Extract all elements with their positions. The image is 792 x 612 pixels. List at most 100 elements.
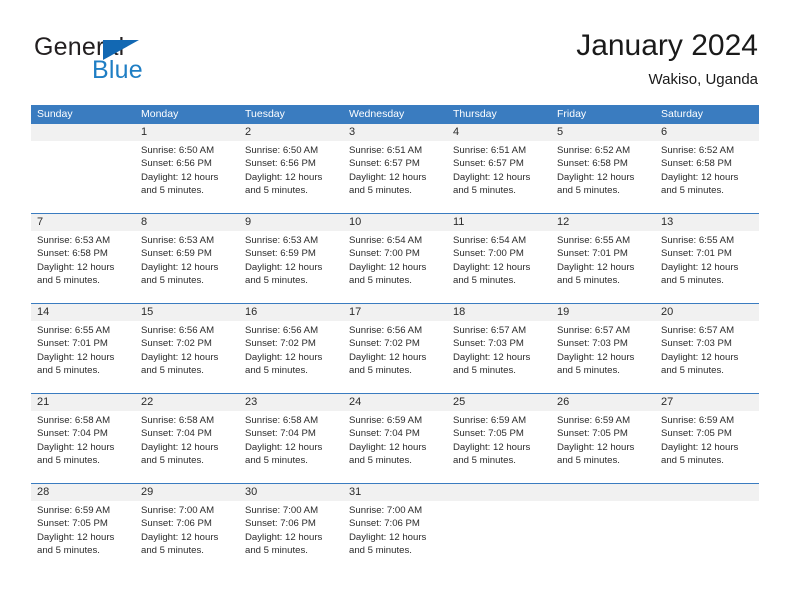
day-number[interactable]: 30 <box>239 484 343 501</box>
day-cell[interactable]: Sunrise: 6:58 AM Sunset: 7:04 PM Daylight:… <box>135 411 239 483</box>
day-cell[interactable]: Sunrise: 6:56 AM Sunset: 7:02 PM Daylight:… <box>343 321 447 393</box>
day-cell[interactable]: Sunrise: 6:53 AM Sunset: 6:58 PM Daylight:… <box>31 231 135 303</box>
day-number[interactable]: 10 <box>343 214 447 231</box>
day-detail-line: and 5 minutes. <box>245 275 308 287</box>
day-cell[interactable]: Sunrise: 7:00 AM Sunset: 7:06 PM Daylight:… <box>239 501 343 573</box>
day-number[interactable]: 6 <box>655 124 759 141</box>
day-number[interactable]: 29 <box>135 484 239 501</box>
day-detail-line: Sunset: 7:05 PM <box>453 428 524 440</box>
page-subtitle: Wakiso, Uganda <box>648 71 759 88</box>
day-number-band: 7 8 9 10 11 12 13 <box>31 214 759 231</box>
day-cell[interactable]: Sunrise: 6:58 AM Sunset: 7:04 PM Daylight:… <box>31 411 135 483</box>
day-detail-line: and 5 minutes. <box>661 455 724 467</box>
day-number[interactable]: 11 <box>447 214 551 231</box>
day-detail-line: Sunrise: 6:51 AM <box>453 145 527 156</box>
day-number[interactable]: 17 <box>343 304 447 321</box>
day-number[interactable]: 31 <box>343 484 447 501</box>
day-cell[interactable]: Sunrise: 6:53 AM Sunset: 6:59 PM Daylight:… <box>135 231 239 303</box>
day-detail-line: Sunset: 6:56 PM <box>245 158 316 170</box>
weekday-header-saturday: Saturday <box>661 108 704 120</box>
day-number[interactable]: 16 <box>239 304 343 321</box>
day-details-row: Sunrise: 6:58 AM Sunset: 7:04 PM Daylight:… <box>31 411 759 483</box>
weekday-header-monday: Monday <box>141 108 179 120</box>
day-cell[interactable]: Sunrise: 6:59 AM Sunset: 7:05 PM Daylight:… <box>447 411 551 483</box>
day-number[interactable]: 9 <box>239 214 343 231</box>
day-cell[interactable]: Sunrise: 6:50 AM Sunset: 6:56 PM Daylight:… <box>135 141 239 213</box>
day-number[interactable]: 26 <box>551 394 655 411</box>
day-detail-line: Sunset: 6:58 PM <box>37 248 108 260</box>
day-details-row: Sunrise: 6:59 AM Sunset: 7:05 PM Daylight:… <box>31 501 759 573</box>
day-cell[interactable]: Sunrise: 6:57 AM Sunset: 7:03 PM Daylight:… <box>655 321 759 393</box>
day-detail-line: Sunrise: 6:59 AM <box>661 415 735 426</box>
day-detail-line: Sunset: 7:03 PM <box>453 338 524 350</box>
day-number[interactable]: 13 <box>655 214 759 231</box>
day-detail-line: Sunset: 7:04 PM <box>141 428 212 440</box>
brand-logo[interactable]: General Blue <box>34 33 264 85</box>
day-cell[interactable]: Sunrise: 6:59 AM Sunset: 7:05 PM Daylight:… <box>31 501 135 573</box>
day-detail-line: and 5 minutes. <box>245 365 308 377</box>
day-cell[interactable]: Sunrise: 6:52 AM Sunset: 6:58 PM Daylight:… <box>551 141 655 213</box>
day-cell[interactable]: Sunrise: 6:51 AM Sunset: 6:57 PM Daylight:… <box>447 141 551 213</box>
day-number[interactable]: 12 <box>551 214 655 231</box>
day-number[interactable]: 14 <box>31 304 135 321</box>
day-cell[interactable]: Sunrise: 6:54 AM Sunset: 7:00 PM Daylight:… <box>447 231 551 303</box>
day-detail-line: Daylight: 12 hours <box>661 261 739 273</box>
day-number[interactable]: 18 <box>447 304 551 321</box>
day-detail-line: Sunrise: 7:00 AM <box>245 505 319 516</box>
day-number[interactable]: 27 <box>655 394 759 411</box>
weekday-header-wednesday: Wednesday <box>349 108 405 120</box>
day-cell[interactable]: Sunrise: 6:56 AM Sunset: 7:02 PM Daylight:… <box>239 321 343 393</box>
day-cell[interactable]: Sunrise: 6:53 AM Sunset: 6:59 PM Daylight:… <box>239 231 343 303</box>
day-cell[interactable]: Sunrise: 6:55 AM Sunset: 7:01 PM Daylight:… <box>551 231 655 303</box>
day-detail-line: Sunrise: 6:55 AM <box>557 235 631 246</box>
day-cell[interactable]: Sunrise: 6:54 AM Sunset: 7:00 PM Daylight:… <box>343 231 447 303</box>
day-number[interactable]: 1 <box>135 124 239 141</box>
day-cell[interactable]: Sunrise: 6:52 AM Sunset: 6:58 PM Daylight:… <box>655 141 759 213</box>
day-detail-line: Sunrise: 6:50 AM <box>141 145 215 156</box>
day-number[interactable]: 2 <box>239 124 343 141</box>
day-number[interactable]: 8 <box>135 214 239 231</box>
day-cell[interactable]: Sunrise: 6:58 AM Sunset: 7:04 PM Daylight:… <box>239 411 343 483</box>
day-number-band: 14 15 16 17 18 19 20 <box>31 304 759 321</box>
day-number[interactable]: 23 <box>239 394 343 411</box>
day-detail-line: Sunrise: 7:00 AM <box>141 505 215 516</box>
day-cell[interactable]: Sunrise: 6:51 AM Sunset: 6:57 PM Daylight:… <box>343 141 447 213</box>
day-cell[interactable]: Sunrise: 6:55 AM Sunset: 7:01 PM Daylight:… <box>655 231 759 303</box>
day-detail-line: and 5 minutes. <box>557 185 620 197</box>
day-number[interactable]: 7 <box>31 214 135 231</box>
day-number[interactable]: 3 <box>343 124 447 141</box>
day-cell[interactable]: Sunrise: 6:59 AM Sunset: 7:04 PM Daylight:… <box>343 411 447 483</box>
day-cell[interactable]: Sunrise: 7:00 AM Sunset: 7:06 PM Daylight:… <box>343 501 447 573</box>
day-number[interactable]: 20 <box>655 304 759 321</box>
day-cell[interactable]: Sunrise: 6:50 AM Sunset: 6:56 PM Daylight:… <box>239 141 343 213</box>
day-detail-line: Sunrise: 6:51 AM <box>349 145 423 156</box>
calendar-week-row: 28 29 30 31 Sunrise: 6:59 AM Sunset: 7:05 PM D… <box>31 483 759 573</box>
day-detail-line: Daylight: 12 hours <box>141 261 219 273</box>
day-detail-line: Daylight: 12 hours <box>557 441 635 453</box>
calendar-grid: Sunday Monday Tuesday Wednesday Thursday Frid… <box>31 105 759 573</box>
day-number[interactable]: 5 <box>551 124 655 141</box>
day-cell[interactable]: Sunrise: 6:59 AM Sunset: 7:05 PM Daylight:… <box>655 411 759 483</box>
weekday-header-thursday: Thursday <box>453 108 497 120</box>
day-number[interactable]: 19 <box>551 304 655 321</box>
day-number[interactable]: 15 <box>135 304 239 321</box>
calendar-week-row: 14 15 16 17 18 19 20 Sunrise: 6:55 AM Sunset: 7:… <box>31 303 759 393</box>
day-cell[interactable]: Sunrise: 6:57 AM Sunset: 7:03 PM Daylight:… <box>551 321 655 393</box>
day-number[interactable]: 22 <box>135 394 239 411</box>
day-cell[interactable]: Sunrise: 7:00 AM Sunset: 7:06 PM Daylight:… <box>135 501 239 573</box>
day-cell[interactable]: Sunrise: 6:59 AM Sunset: 7:05 PM Daylight:… <box>551 411 655 483</box>
day-number[interactable]: 21 <box>31 394 135 411</box>
day-detail-line: Sunset: 7:02 PM <box>245 338 316 350</box>
day-cell[interactable]: Sunrise: 6:57 AM Sunset: 7:03 PM Daylight:… <box>447 321 551 393</box>
day-cell[interactable]: Sunrise: 6:55 AM Sunset: 7:01 PM Daylight:… <box>31 321 135 393</box>
day-number[interactable]: 24 <box>343 394 447 411</box>
day-detail-line: Sunrise: 6:59 AM <box>557 415 631 426</box>
day-number[interactable]: 25 <box>447 394 551 411</box>
day-number[interactable]: 28 <box>31 484 135 501</box>
day-number[interactable]: 4 <box>447 124 551 141</box>
day-cell[interactable]: Sunrise: 6:56 AM Sunset: 7:02 PM Daylight:… <box>135 321 239 393</box>
day-detail-line: Sunset: 6:57 PM <box>453 158 524 170</box>
day-detail-line: Daylight: 12 hours <box>661 351 739 363</box>
day-detail-line: Daylight: 12 hours <box>349 531 427 543</box>
day-detail-line: Sunrise: 6:59 AM <box>349 415 423 426</box>
